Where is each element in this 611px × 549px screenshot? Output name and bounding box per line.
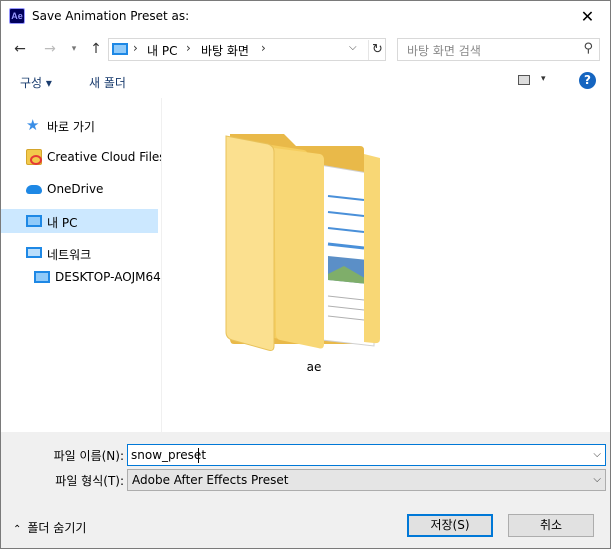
sidebar-item-label: Creative Cloud Files xyxy=(47,150,166,164)
cloud-icon xyxy=(26,185,42,194)
save-button[interactable]: 저장(S) xyxy=(407,514,493,537)
new-folder-button[interactable]: 새 폴더 xyxy=(89,74,126,91)
breadcrumb-desktop[interactable]: 바탕 화면 xyxy=(201,42,249,59)
search-icon: ⚲ xyxy=(583,41,593,56)
breadcrumb-this-pc[interactable]: 내 PC xyxy=(147,42,177,59)
forward-button[interactable]: → xyxy=(41,40,59,58)
chevron-down-icon: ⌵ xyxy=(593,474,601,485)
view-options-icon[interactable] xyxy=(518,75,530,85)
hide-folders-toggle[interactable]: ⌃ 폴더 숨기기 xyxy=(13,519,86,536)
breadcrumb-separator[interactable]: › xyxy=(133,41,138,55)
list-item[interactable]: ae xyxy=(224,134,404,374)
back-button[interactable]: ← xyxy=(11,40,29,58)
title-bar: Ae Save Animation Preset as: ✕ xyxy=(1,1,610,32)
refresh-icon: ↻ xyxy=(372,42,383,57)
file-type-value: Adobe After Effects Preset xyxy=(132,473,289,487)
star-icon: ★ xyxy=(26,116,40,134)
computer-icon xyxy=(26,215,42,227)
after-effects-app-icon: Ae xyxy=(9,8,25,24)
sidebar-item-label: DESKTOP-AOJM64 xyxy=(55,270,161,284)
close-icon: ✕ xyxy=(580,7,595,26)
file-list: ae xyxy=(162,98,610,432)
save-options-panel: 파일 이름(N): snow_preset ⌵ 파일 형식(T): Adobe … xyxy=(1,432,610,548)
creative-cloud-folder-icon xyxy=(26,149,42,165)
file-name-field[interactable]: snow_preset ⌵ xyxy=(127,444,606,466)
network-icon xyxy=(26,247,42,258)
hide-folders-label: 폴더 숨기기 xyxy=(27,521,87,535)
sidebar-item-creative-cloud-files[interactable]: Creative Cloud Files xyxy=(1,145,166,169)
sidebar-item-quick-access[interactable]: ★ 바로 가기 xyxy=(1,113,158,137)
window-title: Save Animation Preset as: xyxy=(32,9,190,23)
sidebar-item-label: 바로 가기 xyxy=(47,120,95,134)
help-icon[interactable]: ? xyxy=(579,72,596,89)
text-caret xyxy=(198,448,199,463)
sidebar-item-label: 네트워크 xyxy=(47,248,92,262)
save-dialog: Ae Save Animation Preset as: ✕ ← → ▾ ↑ ›… xyxy=(0,0,611,549)
file-type-select[interactable]: Adobe After Effects Preset ⌵ xyxy=(127,469,606,491)
address-dropdown-icon[interactable]: ⌵ xyxy=(349,42,357,53)
file-type-label: 파일 형식(T): xyxy=(55,474,124,488)
sidebar-item-network[interactable]: 네트워크 xyxy=(1,241,158,265)
list-item-name: ae xyxy=(306,360,322,374)
chevron-down-icon[interactable]: ⌵ xyxy=(593,449,601,460)
sidebar-item-onedrive[interactable]: OneDrive xyxy=(1,177,158,201)
arrow-left-icon: ← xyxy=(14,41,26,57)
computer-icon xyxy=(34,271,50,283)
search-input[interactable]: 바탕 화면 검색 xyxy=(407,42,481,59)
chevron-up-icon: ⌃ xyxy=(13,524,22,535)
arrow-right-icon: → xyxy=(44,41,56,57)
cancel-button[interactable]: 취소 xyxy=(508,514,594,537)
sidebar-item-this-pc[interactable]: 내 PC xyxy=(1,209,158,233)
navigation-bar: ← → ▾ ↑ › 내 PC › 바탕 화면 › ⌵ ↻ 바탕 화면 검색 ⚲ xyxy=(1,32,610,66)
close-button[interactable]: ✕ xyxy=(565,1,610,32)
breadcrumb-separator[interactable]: › xyxy=(261,41,266,55)
sidebar-item-desktop-computer[interactable]: DESKTOP-AOJM64 xyxy=(1,265,161,289)
folder-icon xyxy=(225,134,380,351)
command-bar: 구성 ▾ 새 폴더 ▾ ? xyxy=(1,66,610,98)
arrow-up-icon: ↑ xyxy=(90,41,102,57)
address-bar[interactable]: › 내 PC › 바탕 화면 › ⌵ ↻ xyxy=(108,38,386,61)
breadcrumb-separator[interactable]: › xyxy=(186,41,191,55)
file-name-value[interactable]: snow_preset xyxy=(131,448,206,462)
sidebar-item-label: OneDrive xyxy=(47,182,104,196)
sidebar-item-label: 내 PC xyxy=(47,216,78,230)
computer-icon xyxy=(112,43,128,55)
organize-button[interactable]: 구성 ▾ xyxy=(20,74,52,91)
refresh-button[interactable]: ↻ xyxy=(368,40,386,60)
search-box[interactable]: 바탕 화면 검색 ⚲ xyxy=(397,38,600,61)
up-button[interactable]: ↑ xyxy=(87,40,105,58)
view-dropdown-icon[interactable]: ▾ xyxy=(541,74,546,84)
navigation-pane: ★ 바로 가기 Creative Cloud Files OneDrive 내 … xyxy=(1,98,166,432)
file-name-label: 파일 이름(N): xyxy=(53,449,124,463)
chevron-down-icon: ▾ xyxy=(71,44,77,54)
recent-locations-button[interactable]: ▾ xyxy=(65,40,83,58)
